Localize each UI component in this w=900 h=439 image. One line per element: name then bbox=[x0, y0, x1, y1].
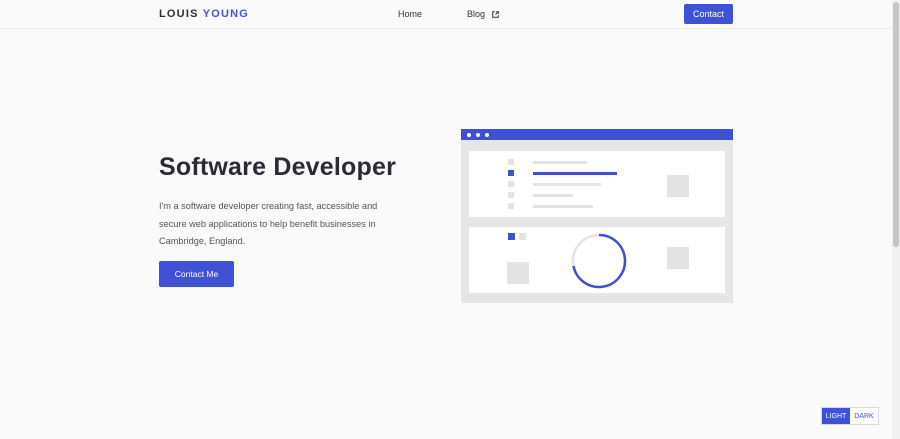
hero-title: Software Developer bbox=[159, 153, 397, 181]
list-bullet bbox=[508, 192, 514, 198]
list-bullet bbox=[508, 159, 514, 165]
list-line bbox=[533, 194, 573, 197]
legend-square-active bbox=[508, 233, 515, 240]
nav-blog-label: Blog bbox=[467, 9, 486, 19]
nav-home-label: Home bbox=[398, 9, 423, 19]
list-bullet-active bbox=[508, 170, 514, 176]
illustration-chart-panel bbox=[469, 227, 725, 293]
list-line bbox=[533, 183, 601, 186]
hero-illustration bbox=[461, 129, 733, 303]
placeholder-image bbox=[667, 247, 689, 269]
logo-first-name: LOUIS bbox=[159, 8, 199, 20]
window-dot-icon bbox=[467, 133, 471, 137]
placeholder-image bbox=[507, 262, 529, 284]
nav-home-link[interactable]: Home bbox=[398, 9, 422, 19]
dark-theme-button[interactable]: DARK bbox=[850, 408, 878, 424]
hero-description: I'm a software developer creating fast, … bbox=[159, 201, 378, 246]
window-dot-icon bbox=[485, 133, 489, 137]
list-line bbox=[533, 161, 587, 164]
placeholder-image bbox=[667, 175, 689, 197]
page-scrollbar[interactable] bbox=[892, 0, 900, 439]
list-line bbox=[533, 205, 593, 208]
window-dot-icon bbox=[476, 133, 480, 137]
donut-chart-icon bbox=[571, 233, 627, 289]
site-logo[interactable]: LOUIS YOUNG bbox=[159, 8, 249, 20]
external-link-icon bbox=[491, 11, 499, 18]
list-bullet bbox=[508, 203, 514, 209]
illustration-window-bar bbox=[461, 129, 733, 140]
logo-last-name: YOUNG bbox=[202, 8, 250, 20]
light-theme-button[interactable]: LIGHT bbox=[822, 408, 850, 424]
list-line-active bbox=[533, 172, 617, 175]
illustration-list-panel bbox=[469, 151, 725, 217]
scrollbar-thumb[interactable] bbox=[893, 2, 899, 247]
contact-me-button[interactable]: Contact Me bbox=[159, 261, 234, 287]
site-header: LOUIS YOUNG Home Blog Contact bbox=[0, 0, 892, 29]
contact-button[interactable]: Contact bbox=[684, 4, 733, 24]
list-bullet bbox=[508, 181, 514, 187]
theme-toggle: LIGHT DARK bbox=[821, 407, 879, 425]
legend-square bbox=[519, 233, 526, 240]
nav-blog-link[interactable]: Blog bbox=[467, 9, 499, 19]
